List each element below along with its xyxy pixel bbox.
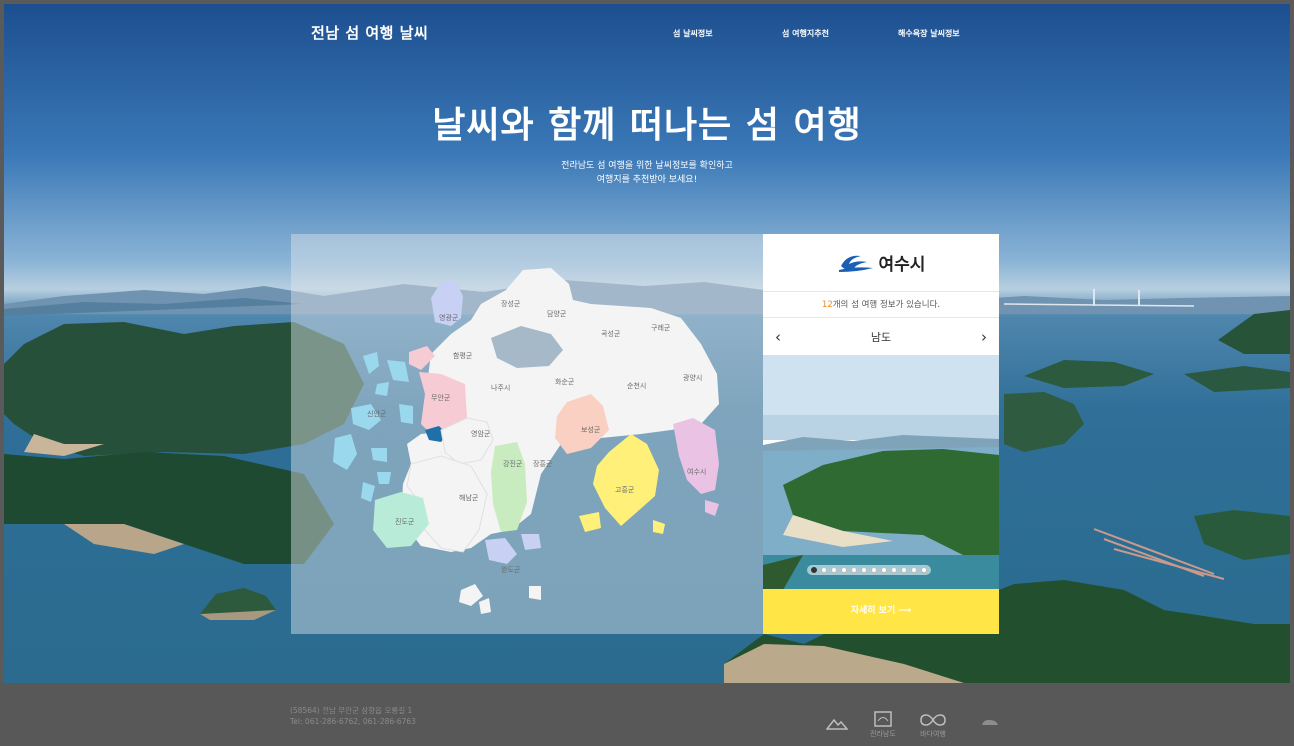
site-footer: (58564) 전남 무안군 삼향읍 오룡길 1 Tel: 061-286-67… <box>0 683 1294 746</box>
slide-dot[interactable] <box>811 567 817 573</box>
map-label: 무안군 <box>431 393 451 402</box>
map-label: 나주시 <box>491 383 510 392</box>
footer-logo-jeonnam-label: 전라남도 <box>870 730 896 738</box>
island-info-card: 여수시 12개의 섬 여행 정보가 있습니다. ‹ 남도 › 자세히 보기 ⟶ <box>763 234 999 634</box>
prev-island-button[interactable]: ‹ <box>775 328 781 346</box>
nav-island-weather[interactable]: 섬 날씨정보 <box>673 28 713 39</box>
jeonnam-region-map: 영광군 장성군 담양군 곡성군 구례군 함평군 무안군 나주시 화순군 순천시 … <box>291 234 763 634</box>
map-label: 장흥군 <box>533 459 553 468</box>
slide-dot[interactable] <box>831 567 837 573</box>
nav-beach-weather[interactable]: 해수욕장 날씨정보 <box>898 28 960 39</box>
map-label: 신안군 <box>367 409 387 418</box>
city-logo: 여수시 <box>763 234 999 292</box>
map-label: 담양군 <box>547 309 567 318</box>
footer-logo-jeonnam[interactable]: 전라남도 <box>870 711 896 739</box>
island-name: 남도 <box>870 331 892 344</box>
slide-dot[interactable] <box>841 567 847 573</box>
footer-logo-sea-travel-label: 바다여행 <box>920 730 946 738</box>
map-region-wando[interactable] <box>485 538 517 564</box>
map-region-goheung[interactable] <box>593 434 659 526</box>
slide-dot[interactable] <box>921 567 927 573</box>
site-title[interactable]: 전남 섬 여행 날씨 <box>311 22 428 43</box>
slide-dot[interactable] <box>891 567 897 573</box>
map-region-yeosu[interactable] <box>673 418 719 494</box>
slide-indicator <box>807 565 931 575</box>
map-label: 완도군 <box>501 566 521 574</box>
slide-dot[interactable] <box>861 567 867 573</box>
next-island-button[interactable]: › <box>981 328 987 346</box>
hero-subline-2: 여행지를 추천받아 보세요! <box>596 175 698 185</box>
map-label: 해남군 <box>459 493 479 502</box>
island-count-suffix: 개의 섬 여행 정보가 있습니다. <box>832 300 941 310</box>
yeosu-emblem-icon <box>838 255 873 272</box>
map-label: 구례군 <box>651 323 671 332</box>
slide-dot[interactable] <box>821 567 827 573</box>
slide-dot[interactable] <box>901 567 907 573</box>
map-label: 보성군 <box>581 425 601 434</box>
map-label: 곡성군 <box>601 329 621 338</box>
map-label: 함평군 <box>453 351 473 360</box>
map-label: 여수시 <box>687 467 706 476</box>
footer-logo-4[interactable] <box>968 717 1000 729</box>
island-count-text: 12개의 섬 여행 정보가 있습니다. <box>763 293 999 318</box>
slide-dot[interactable] <box>871 567 877 573</box>
cloud-logo-icon <box>970 719 998 725</box>
footer-logo-sea-travel[interactable]: 바다여행 <box>920 713 946 739</box>
hero-headline: 날씨와 함께 떠나는 섬 여행 <box>432 105 862 146</box>
island-photo <box>763 355 999 590</box>
footer-address: (58564) 전남 무안군 삼향읍 오룡길 1 <box>290 706 413 715</box>
map-label: 고흥군 <box>615 485 635 494</box>
map-label: 영광군 <box>439 313 459 322</box>
footer-phone: Tel: 061-286-6762, 061-286-6763 <box>290 717 416 726</box>
jeonnam-emblem-icon <box>874 711 892 727</box>
mountain-logo-icon <box>825 718 849 730</box>
view-details-button[interactable]: 자세히 보기 ⟶ <box>763 589 999 634</box>
slide-dot[interactable] <box>881 567 887 573</box>
slide-dot[interactable] <box>851 567 857 573</box>
map-label: 광양시 <box>683 374 702 382</box>
map-label: 장성군 <box>501 299 521 308</box>
map-label: 강진군 <box>503 459 523 468</box>
map-region-sinan[interactable] <box>363 352 379 374</box>
nav-island-travel-recommend[interactable]: 섬 여행지추천 <box>782 28 829 39</box>
slide-dot[interactable] <box>911 567 917 573</box>
map-label: 진도군 <box>395 517 415 526</box>
infinity-logo-icon <box>920 714 946 726</box>
island-navigator: ‹ 남도 › <box>763 319 999 355</box>
map-label: 화순군 <box>555 378 575 386</box>
footer-logo-1[interactable] <box>825 717 849 733</box>
city-name: 여수시 <box>878 255 926 275</box>
map-label: 영암군 <box>471 429 491 438</box>
map-label: 순천시 <box>627 381 646 390</box>
hero-subline-1: 전라남도 섬 여행을 위한 날씨정보를 확인하고 <box>561 161 733 171</box>
island-count-number: 12 <box>821 300 833 310</box>
